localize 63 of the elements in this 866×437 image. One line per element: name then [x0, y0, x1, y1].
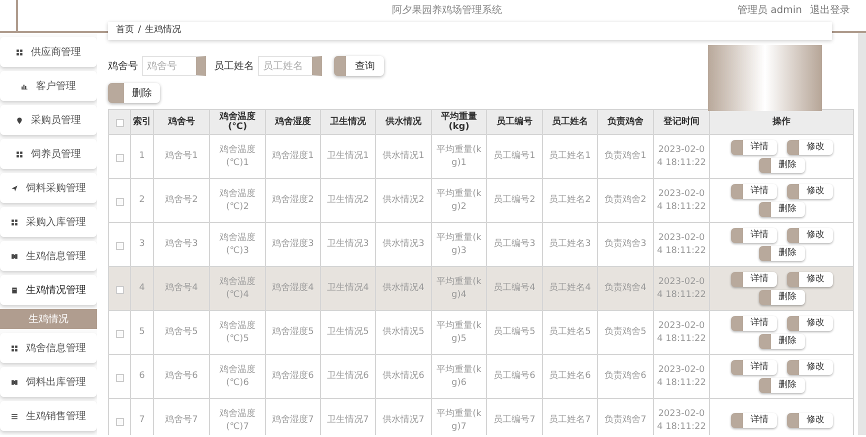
grid-icon: [16, 48, 23, 56]
checkbox[interactable]: [116, 418, 124, 426]
checkbox[interactable]: [116, 242, 124, 250]
pin-icon: [16, 116, 23, 124]
details-button[interactable]: 详情: [730, 272, 776, 287]
delete-button[interactable]: 删除: [758, 158, 804, 173]
checkbox[interactable]: [116, 198, 124, 206]
checkbox[interactable]: [116, 154, 124, 162]
edit-button[interactable]: 修改: [786, 316, 832, 331]
details-button[interactable]: 详情: [730, 228, 776, 243]
chart-icon: [21, 82, 28, 90]
edit-button[interactable]: 修改: [786, 272, 832, 287]
checkbox[interactable]: [116, 330, 124, 338]
field-label: 鸡舍号: [108, 60, 138, 74]
delete-button[interactable]: 删除: [758, 378, 804, 393]
breadcrumb-current: 生鸡情况: [145, 24, 182, 38]
details-button[interactable]: 详情: [730, 140, 776, 155]
book-icon: [11, 252, 18, 260]
sidebar-item[interactable]: 饲料采购管理: [0, 173, 97, 203]
scrollbar[interactable]: [858, 33, 866, 435]
details-button[interactable]: 详情: [730, 316, 776, 331]
delete-button[interactable]: 删除: [758, 246, 804, 261]
edit-button[interactable]: 修改: [786, 360, 832, 375]
details-button[interactable]: 详情: [730, 360, 776, 375]
sidebar-item[interactable]: 供应商管理: [0, 37, 97, 67]
edit-button[interactable]: 修改: [786, 184, 832, 199]
text-field[interactable]: 鸡舍号: [142, 56, 206, 76]
user-name: 管理员 admin: [737, 4, 802, 18]
delete-button[interactable]: 删除: [758, 334, 804, 349]
details-button[interactable]: 详情: [730, 413, 776, 428]
sidebar-item[interactable]: 生鸡信息管理: [0, 241, 97, 271]
checkbox[interactable]: [116, 119, 124, 127]
edit-button[interactable]: 修改: [786, 140, 832, 155]
book-icon: [11, 378, 18, 386]
grid-icon: [16, 150, 23, 158]
breadcrumb-separator: /: [138, 24, 142, 38]
edit-button[interactable]: 修改: [786, 413, 832, 428]
breadcrumb-link[interactable]: 首页: [116, 24, 134, 38]
text-field[interactable]: 员工姓名: [258, 56, 322, 76]
app-title: 阿夕果园养鸡场管理系统: [392, 4, 502, 18]
checkbox[interactable]: [116, 286, 124, 294]
sidebar-item[interactable]: 鸡舍信息管理: [0, 333, 97, 363]
logout-link[interactable]: 退出登录: [810, 3, 850, 18]
send-icon: [11, 184, 18, 192]
delete-button[interactable]: 删除: [108, 83, 160, 103]
delete-button[interactable]: 删除: [758, 202, 804, 217]
details-button[interactable]: 详情: [730, 184, 776, 199]
sidebar-item[interactable]: 饲养员管理: [0, 139, 97, 169]
grid-icon: [11, 344, 18, 352]
sidebar-item[interactable]: 生鸡销售管理: [0, 401, 97, 431]
delete-button[interactable]: 删除: [758, 290, 804, 305]
document-icon: [11, 286, 18, 294]
sidebar-item[interactable]: 采购入库管理: [0, 207, 97, 237]
sidebar-item[interactable]: 饲料出库管理: [0, 367, 97, 397]
sidebar-item[interactable]: 采购员管理: [0, 105, 97, 135]
sidebar-item[interactable]: 客户管理: [0, 71, 97, 101]
edit-button[interactable]: 修改: [786, 228, 832, 243]
checkbox[interactable]: [116, 374, 124, 382]
list-icon: [11, 412, 18, 420]
search-button[interactable]: 查询: [334, 56, 384, 76]
field-label: 员工姓名: [214, 60, 254, 74]
sidebar-item[interactable]: 生鸡情况管理: [0, 275, 97, 305]
grid-icon: [11, 218, 18, 226]
